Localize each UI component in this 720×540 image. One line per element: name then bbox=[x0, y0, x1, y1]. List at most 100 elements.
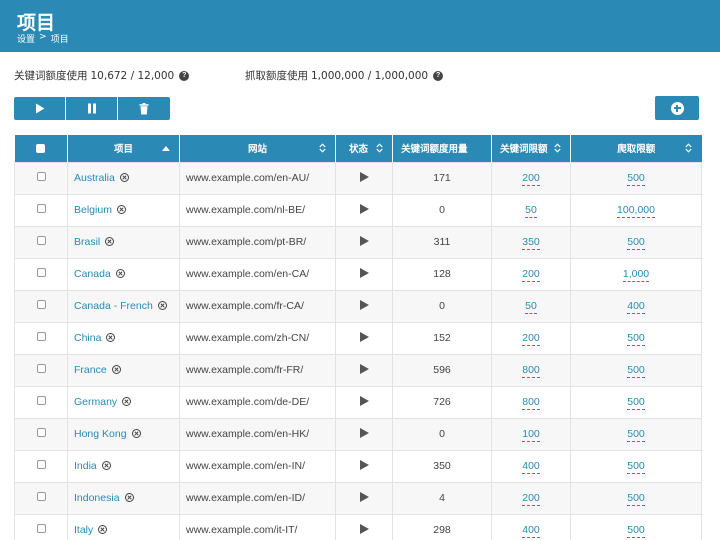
play-icon[interactable] bbox=[359, 459, 369, 470]
table-row[interactable]: France www.example.com/fr-FR/596 800 500 bbox=[14, 353, 702, 387]
remove-circle-icon[interactable] bbox=[111, 364, 121, 374]
row-checkbox[interactable] bbox=[36, 460, 46, 469]
row-checkbox[interactable] bbox=[36, 428, 46, 437]
add-project-button[interactable] bbox=[655, 96, 699, 120]
project-name-link[interactable]: Brasil bbox=[74, 236, 100, 248]
remove-circle-icon[interactable] bbox=[122, 396, 132, 406]
project-name-link[interactable]: Australia bbox=[74, 172, 115, 184]
play-icon[interactable] bbox=[359, 491, 369, 502]
row-checkbox[interactable] bbox=[36, 364, 46, 373]
row-select-cell[interactable] bbox=[14, 225, 68, 259]
crawl-limit-editable[interactable]: 500 bbox=[627, 332, 645, 346]
row-select-cell[interactable] bbox=[14, 417, 68, 451]
row-checkbox[interactable] bbox=[36, 204, 46, 213]
project-name-link[interactable]: Belgium bbox=[74, 204, 112, 216]
play-icon[interactable] bbox=[359, 427, 369, 438]
help-icon[interactable]: ? bbox=[179, 70, 190, 81]
keyword-limit-editable[interactable]: 350 bbox=[522, 236, 540, 250]
pause-button[interactable] bbox=[66, 97, 118, 120]
crawl-limit-editable[interactable]: 500 bbox=[627, 524, 645, 538]
project-name-link[interactable]: Canada bbox=[74, 268, 111, 280]
row-select-cell[interactable] bbox=[14, 385, 68, 419]
row-checkbox[interactable] bbox=[36, 236, 46, 245]
project-name-link[interactable]: Italy bbox=[74, 524, 93, 536]
remove-circle-icon[interactable] bbox=[101, 460, 111, 470]
sort-icon[interactable] bbox=[552, 142, 562, 154]
row-checkbox[interactable] bbox=[36, 492, 46, 501]
play-icon[interactable] bbox=[359, 331, 369, 342]
remove-circle-icon[interactable] bbox=[115, 268, 125, 278]
row-checkbox[interactable] bbox=[36, 172, 46, 181]
crawl-limit-editable[interactable]: 500 bbox=[627, 236, 645, 250]
column-header-keyword-limit[interactable]: 关键词限额 bbox=[491, 135, 571, 162]
breadcrumb-settings[interactable]: 设置 bbox=[17, 32, 35, 45]
project-name-link[interactable]: Indonesia bbox=[74, 492, 120, 504]
row-checkbox[interactable] bbox=[36, 300, 46, 309]
row-select-cell[interactable] bbox=[14, 321, 68, 355]
column-header-crawl-limit[interactable]: 爬取限额 bbox=[570, 135, 702, 162]
keyword-limit-editable[interactable]: 100 bbox=[522, 428, 540, 442]
project-name-link[interactable]: Hong Kong bbox=[74, 428, 127, 440]
crawl-limit-editable[interactable]: 500 bbox=[627, 364, 645, 378]
column-header-website[interactable]: 网站 bbox=[179, 135, 336, 162]
sort-ascending-icon[interactable] bbox=[161, 142, 171, 154]
row-select-cell[interactable] bbox=[14, 449, 68, 483]
column-header-project[interactable]: 项目 bbox=[67, 135, 180, 162]
crawl-limit-editable[interactable]: 1,000 bbox=[622, 268, 650, 282]
table-row[interactable]: Indonesia www.example.com/en-ID/4 200 500 bbox=[14, 481, 702, 515]
play-icon[interactable] bbox=[359, 203, 369, 214]
play-icon[interactable] bbox=[359, 235, 369, 246]
row-select-cell[interactable] bbox=[14, 353, 68, 387]
select-all-header[interactable] bbox=[14, 135, 68, 162]
sort-icon[interactable] bbox=[317, 142, 327, 154]
crawl-limit-editable[interactable]: 500 bbox=[627, 428, 645, 442]
column-header-keyword-usage[interactable]: 关键词额度用量 bbox=[392, 135, 492, 162]
keyword-limit-editable[interactable]: 400 bbox=[522, 524, 540, 538]
help-icon[interactable]: ? bbox=[433, 70, 444, 81]
remove-circle-icon[interactable] bbox=[106, 332, 116, 342]
row-select-cell[interactable] bbox=[14, 289, 68, 323]
row-checkbox[interactable] bbox=[36, 524, 46, 533]
keyword-limit-editable[interactable]: 50 bbox=[525, 300, 537, 314]
crawl-limit-editable[interactable]: 500 bbox=[627, 460, 645, 474]
remove-circle-icon[interactable] bbox=[119, 172, 129, 182]
crawl-limit-editable[interactable]: 500 bbox=[627, 396, 645, 410]
row-checkbox[interactable] bbox=[36, 332, 46, 341]
crawl-limit-editable[interactable]: 400 bbox=[627, 300, 645, 314]
keyword-limit-editable[interactable]: 200 bbox=[522, 492, 540, 506]
sort-icon[interactable] bbox=[374, 142, 384, 154]
project-name-link[interactable]: China bbox=[74, 332, 101, 344]
project-name-link[interactable]: Germany bbox=[74, 396, 117, 408]
row-select-cell[interactable] bbox=[14, 161, 68, 195]
remove-circle-icon[interactable] bbox=[98, 524, 108, 534]
delete-button[interactable] bbox=[118, 97, 170, 120]
select-all-checkbox[interactable] bbox=[36, 143, 46, 153]
table-row[interactable]: Italy www.example.com/it-IT/298 400 500 bbox=[14, 513, 702, 540]
row-select-cell[interactable] bbox=[14, 257, 68, 291]
play-icon[interactable] bbox=[359, 267, 369, 278]
table-row[interactable]: Canada www.example.com/en-CA/128 200 1,000 bbox=[14, 257, 702, 291]
keyword-limit-editable[interactable]: 200 bbox=[522, 172, 540, 186]
row-select-cell[interactable] bbox=[14, 481, 68, 515]
play-icon[interactable] bbox=[359, 299, 369, 310]
keyword-limit-editable[interactable]: 400 bbox=[522, 460, 540, 474]
play-icon[interactable] bbox=[359, 523, 369, 534]
table-row[interactable]: Hong Kong www.example.com/en-HK/0 100 500 bbox=[14, 417, 702, 451]
play-button[interactable] bbox=[14, 97, 66, 120]
keyword-limit-editable[interactable]: 800 bbox=[522, 364, 540, 378]
play-icon[interactable] bbox=[359, 395, 369, 406]
table-row[interactable]: India www.example.com/en-IN/350 400 500 bbox=[14, 449, 702, 483]
table-row[interactable]: Australia www.example.com/en-AU/171 200 500 bbox=[14, 161, 702, 195]
project-name-link[interactable]: Canada - French bbox=[74, 300, 153, 312]
play-icon[interactable] bbox=[359, 363, 369, 374]
play-icon[interactable] bbox=[359, 171, 369, 182]
keyword-limit-editable[interactable]: 50 bbox=[525, 204, 537, 218]
table-row[interactable]: Germany www.example.com/de-DE/726 800 500 bbox=[14, 385, 702, 419]
table-row[interactable]: Belgium www.example.com/nl-BE/0 50 100,000 bbox=[14, 193, 702, 227]
keyword-limit-editable[interactable]: 800 bbox=[522, 396, 540, 410]
remove-circle-icon[interactable] bbox=[131, 428, 141, 438]
crawl-limit-editable[interactable]: 500 bbox=[627, 492, 645, 506]
project-name-link[interactable]: India bbox=[74, 460, 97, 472]
row-checkbox[interactable] bbox=[36, 268, 46, 277]
remove-circle-icon[interactable] bbox=[157, 300, 167, 310]
